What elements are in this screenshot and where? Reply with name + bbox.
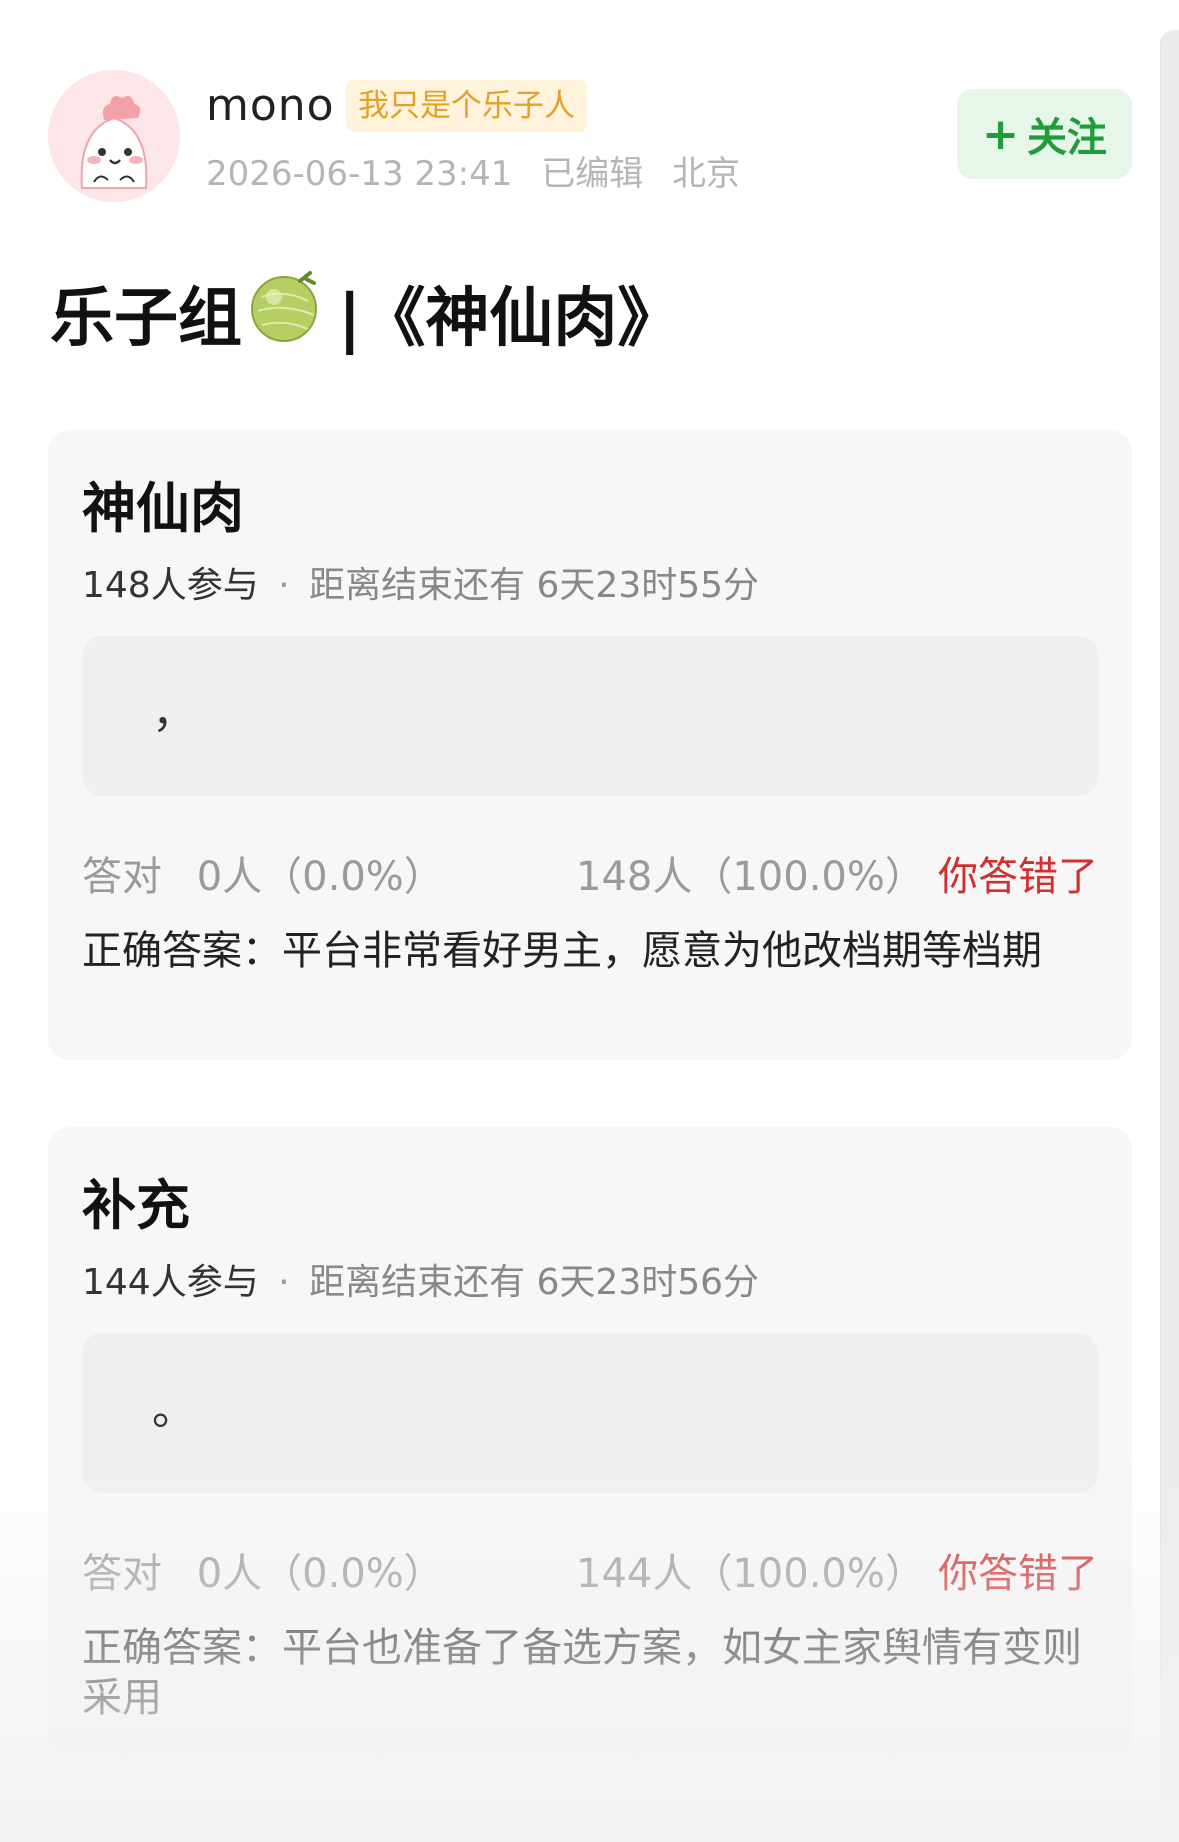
poll-option[interactable]: 。 [82, 1333, 1098, 1493]
correct-answer: 正确答案：平台非常看好男主，愿意为他改档期等档期 [82, 928, 1042, 974]
option-text: ， [152, 687, 196, 738]
option-text: 。 [152, 1384, 196, 1435]
correct-label: 答对 [82, 854, 162, 900]
answer-status: 你答错了 [938, 1551, 1098, 1597]
post-meta: 2026-06-13 23:41 已编辑 北京 [206, 146, 758, 195]
post-title-prefix: 乐子组 [50, 282, 242, 356]
author-tag-badge: 我只是个乐子人 [346, 80, 587, 132]
follow-button[interactable]: + 关注 [957, 89, 1132, 179]
post-title-suffix: |《神仙肉》 [338, 282, 682, 356]
avatar-cartoon-icon [48, 70, 180, 202]
poll-option[interactable]: ， [82, 636, 1098, 796]
follow-label: 关注 [1026, 115, 1107, 161]
stats-separator: · [278, 1262, 290, 1303]
correct-count: 0人（0.0%） [196, 854, 444, 900]
post-datetime: 2026-06-13 23:41 [206, 154, 513, 194]
poll-card: 补充 144人参与 · 距离结束还有 6天23时56分 。 答对 0人（0.0%… [48, 1127, 1132, 1757]
poll-card: 神仙肉 148人参与 · 距离结束还有 6天23时55分 ， 答对 0人（0.0… [48, 430, 1132, 1060]
avatar[interactable] [48, 70, 180, 202]
other-count: 148人（100.0%） [576, 854, 925, 900]
correct-label: 答对 [82, 1551, 162, 1597]
stats-separator: · [278, 565, 290, 606]
other-count: 144人（100.0%） [576, 1551, 925, 1597]
side-panel-edge [1160, 30, 1179, 1842]
poll-stats: 144人参与 · 距离结束还有 6天23时56分 [82, 1253, 759, 1305]
edited-label: 已编辑 [541, 154, 644, 194]
follow-plus-icon: + [982, 108, 1019, 160]
poll-title: 神仙肉 [82, 477, 244, 540]
author-name[interactable]: mono [206, 80, 335, 131]
melon-icon [248, 267, 324, 359]
correct-answer: 正确答案：平台也准备了备选方案，如女主家舆情有变则采用 [82, 1625, 1082, 1721]
correct-count: 0人（0.0%） [196, 1551, 444, 1597]
time-remaining: 距离结束还有 6天23时55分 [309, 565, 760, 606]
poll-stats: 148人参与 · 距离结束还有 6天23时55分 [82, 556, 759, 608]
correct-result: 答对 0人（0.0%） [82, 1541, 444, 1599]
time-remaining: 距离结束还有 6天23时56分 [309, 1262, 760, 1303]
answer-status: 你答错了 [938, 854, 1098, 900]
participant-count: 148人参与 [82, 565, 259, 606]
participant-count: 144人参与 [82, 1262, 259, 1303]
post-title: 乐子组 |《神仙肉》 [50, 268, 681, 358]
post-location: 北京 [672, 154, 741, 194]
correct-result: 答对 0人（0.0%） [82, 844, 444, 902]
post-page: mono 我只是个乐子人 2026-06-13 23:41 已编辑 北京 + 关… [0, 0, 1179, 1842]
poll-title: 补充 [82, 1174, 190, 1237]
